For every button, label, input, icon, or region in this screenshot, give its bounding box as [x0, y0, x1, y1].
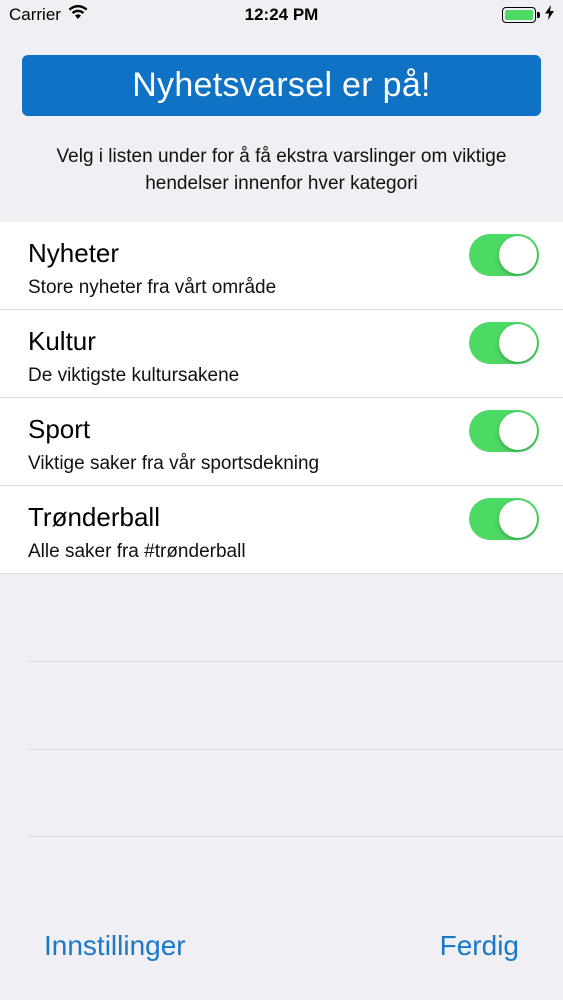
empty-row-separator: [28, 749, 563, 750]
battery-cap: [536, 12, 540, 18]
carrier-label: Carrier: [9, 5, 61, 24]
category-row-nyheter: Nyheter Store nyheter fra vårt område: [0, 222, 563, 310]
banner-title: Nyhetsvarsel er på!: [132, 66, 431, 104]
wifi-icon: [68, 4, 88, 25]
toggle-knob: [499, 236, 537, 274]
intro-text: Velg i listen under for å få ekstra vars…: [56, 146, 507, 194]
status-bar: Carrier 12:24 PM: [0, 0, 563, 30]
category-title: Nyheter: [28, 238, 120, 268]
category-row-tronderball: Trønderball Alle saker fra #trønderball: [0, 486, 563, 574]
category-row-kultur: Kultur De viktigste kultursakene: [0, 310, 563, 398]
category-row-sport: Sport Viktige saker fra vår sportsdeknin…: [0, 398, 563, 486]
category-list: Nyheter Store nyheter fra vårt område Ku…: [0, 222, 563, 574]
category-subtitle: Alle saker fra #trønderball: [28, 541, 246, 562]
status-right: [374, 5, 554, 25]
battery-level-fill: [504, 10, 533, 20]
category-title: Sport: [28, 414, 91, 444]
status-time: 12:24 PM: [244, 5, 319, 24]
toggle-knob: [499, 500, 537, 538]
tronderball-toggle[interactable]: [469, 498, 539, 540]
category-subtitle: De viktigste kultursakene: [28, 365, 240, 386]
empty-row-separator: [28, 836, 563, 837]
status-left: Carrier: [9, 4, 189, 25]
battery-icon: [501, 7, 540, 23]
notification-status-banner: Nyhetsvarsel er på!: [22, 55, 541, 116]
category-subtitle: Viktige saker fra vår sportsdekning: [28, 453, 320, 474]
toggle-knob: [499, 324, 537, 362]
notification-settings-screen: Carrier 12:24 PM Nyhetsvarsel er på! Vel…: [0, 0, 563, 1000]
empty-row-separator: [28, 661, 563, 662]
kultur-toggle[interactable]: [469, 322, 539, 364]
nyheter-toggle[interactable]: [469, 234, 539, 276]
settings-button[interactable]: Innstillinger: [44, 930, 186, 962]
sport-toggle[interactable]: [469, 410, 539, 452]
category-title: Kultur: [28, 326, 96, 356]
charging-bolt-icon: [544, 5, 554, 25]
category-subtitle: Store nyheter fra vårt område: [28, 277, 277, 298]
bottom-toolbar: Innstillinger Ferdig: [0, 910, 563, 982]
done-button[interactable]: Ferdig: [440, 930, 519, 962]
category-title: Trønderball: [28, 502, 160, 532]
toggle-knob: [499, 412, 537, 450]
